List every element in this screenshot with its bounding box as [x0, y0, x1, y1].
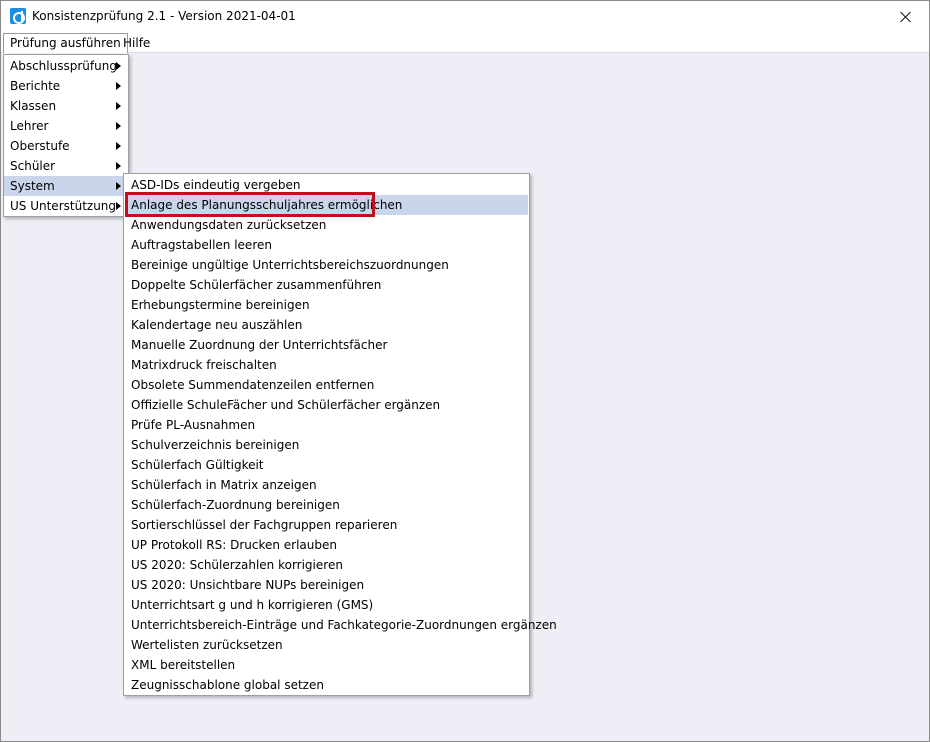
submenu-item-xml[interactable]: XML bereitstellen: [125, 655, 528, 675]
submenu-arrow-icon: [116, 142, 121, 150]
menu-bar: Prüfung ausführen Hilfe: [1, 32, 929, 53]
submenu-item-schulverzeichnis[interactable]: Schulverzeichnis bereinigen: [125, 435, 528, 455]
submenu-item-us2020-nups[interactable]: US 2020: Unsichtbare NUPs bereinigen: [125, 575, 528, 595]
system-submenu: ASD-IDs eindeutig vergeben Anlage des Pl…: [123, 173, 557, 696]
window-title: Konsistenzprüfung 2.1 - Version 2021-04-…: [32, 9, 296, 23]
submenu-item-us2020-schuelerzahlen[interactable]: US 2020: Schülerzahlen korrigieren: [125, 555, 528, 575]
menu-item-lehrer[interactable]: Lehrer: [4, 116, 128, 136]
submenu-arrow-icon: [116, 182, 121, 190]
menu-item-abschlusspruefung[interactable]: Abschlussprüfung: [4, 56, 128, 76]
submenu-item-schuelerfach-matrix[interactable]: Schülerfach in Matrix anzeigen: [125, 475, 528, 495]
menu-item-schueler[interactable]: Schüler: [4, 156, 128, 176]
menu-item-label: System: [10, 179, 55, 193]
submenu-item-unterrichtsbereich-eintraege[interactable]: Unterrichtsbereich-Einträge und Fachkate…: [125, 615, 557, 635]
submenu-item-planungsschuljahr[interactable]: Anlage des Planungsschuljahres ermöglich…: [125, 195, 528, 215]
menu-item-label: Oberstufe: [10, 139, 70, 153]
menu-item-label: Lehrer: [10, 119, 49, 133]
submenu-item-offizielle-schulefaecher[interactable]: Offizielle SchuleFächer und Schülerfäche…: [125, 395, 528, 415]
submenu-item-anwendungsdaten[interactable]: Anwendungsdaten zurücksetzen: [125, 215, 528, 235]
submenu-item-schuelerfach-gueltigkeit[interactable]: Schülerfach Gültigkeit: [125, 455, 528, 475]
submenu-item-unterrichtsbereichszuordnungen[interactable]: Bereinige ungültige Unterrichtsbereichsz…: [125, 255, 528, 275]
menu-item-klassen[interactable]: Klassen: [4, 96, 128, 116]
submenu-item-summendatenzeilen[interactable]: Obsolete Summendatenzeilen entfernen: [125, 375, 528, 395]
menu-hilfe[interactable]: Hilfe: [117, 33, 156, 53]
submenu-item-unterrichtsart[interactable]: Unterrichtsart g und h korrigieren (GMS): [125, 595, 528, 615]
submenu-item-wertelisten[interactable]: Wertelisten zurücksetzen: [125, 635, 528, 655]
submenu-item-kalendertage[interactable]: Kalendertage neu auszählen: [125, 315, 528, 335]
menu-item-label: US Unterstützung: [10, 199, 117, 213]
submenu-arrow-icon: [116, 122, 121, 130]
menu-item-oberstufe[interactable]: Oberstufe: [4, 136, 128, 156]
submenu-arrow-icon: [116, 162, 121, 170]
menu-item-label: Schüler: [10, 159, 56, 173]
submenu-arrow-icon: [116, 202, 121, 210]
menu-item-system[interactable]: System: [4, 176, 128, 196]
submenu-arrow-icon: [116, 62, 121, 70]
menu-item-label: Klassen: [10, 99, 57, 113]
submenu-item-doppelte-schuelerfaecher[interactable]: Doppelte Schülerfächer zusammenführen: [125, 275, 528, 295]
menu-pruefung-ausfuehren[interactable]: Prüfung ausführen: [3, 33, 128, 53]
submenu-item-sortierschluessel[interactable]: Sortierschlüssel der Fachgruppen reparie…: [125, 515, 528, 535]
menu-item-berichte[interactable]: Berichte: [4, 76, 128, 96]
submenu-item-erhebungstermine[interactable]: Erhebungstermine bereinigen: [125, 295, 528, 315]
submenu-item-matrixdruck[interactable]: Matrixdruck freischalten: [125, 355, 528, 375]
submenu-item-zeugnisschablone[interactable]: Zeugnisschablone global setzen: [125, 675, 528, 695]
pruefung-dropdown: Abschlussprüfung Berichte Klassen Lehrer…: [3, 54, 129, 217]
submenu-arrow-icon: [116, 102, 121, 110]
title-bar: Konsistenzprüfung 2.1 - Version 2021-04-…: [1, 1, 929, 32]
close-button[interactable]: [883, 1, 929, 32]
menu-item-label: Abschlussprüfung: [10, 59, 117, 73]
submenu-item-manuelle-zuordnung[interactable]: Manuelle Zuordnung der Unterrichtsfächer: [125, 335, 528, 355]
submenu-item-up-protokoll[interactable]: UP Protokoll RS: Drucken erlauben: [125, 535, 528, 555]
app-logo-icon: [10, 8, 26, 24]
menu-item-us-unterstuetzung[interactable]: US Unterstützung: [4, 196, 128, 216]
submenu-arrow-icon: [116, 82, 121, 90]
submenu-item-pl-ausnahmen[interactable]: Prüfe PL-Ausnahmen: [125, 415, 528, 435]
submenu-item-asd-ids[interactable]: ASD-IDs eindeutig vergeben: [125, 175, 528, 195]
app-window: Konsistenzprüfung 2.1 - Version 2021-04-…: [0, 0, 930, 742]
menu-item-label: Berichte: [10, 79, 61, 93]
submenu-item-schuelerfach-zuordnung[interactable]: Schülerfach-Zuordnung bereinigen: [125, 495, 528, 515]
submenu-item-auftragstabellen[interactable]: Auftragstabellen leeren: [125, 235, 528, 255]
